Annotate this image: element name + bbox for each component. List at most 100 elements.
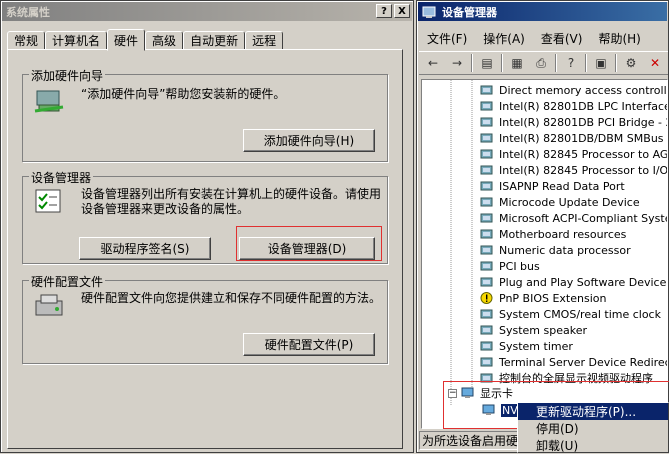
device-name: Plug and Play Software Device Enur [499,275,667,289]
hardware-profiles-button[interactable]: 硬件配置文件(P) [243,333,375,356]
tab-auto-update[interactable]: 自动更新 [183,31,246,50]
device-name: Microcode Update Device [499,195,640,209]
hardware-profiles-group-label: 硬件配置文件 [29,273,106,290]
add-hardware-group-label: 添加硬件向导 [29,67,106,84]
forward-icon[interactable]: → [447,53,467,73]
device-name: ISAPNP Read Data Port [499,179,625,193]
scan-icon[interactable]: ▣ [591,53,611,73]
hardware-profiles-icon [35,294,63,316]
tab-general[interactable]: 常规 [7,31,46,50]
tab-remote[interactable]: 远程 [245,31,284,50]
toolbar-separator [585,54,587,72]
menu-action[interactable]: 操作(A) [475,30,533,47]
device-tree[interactable]: − 显示卡 NVI Direct memory access controlle… [421,79,668,429]
disable-menu-item[interactable]: 停用(D) [518,420,668,437]
device-name: Terminal Server Device Redirector [499,355,668,369]
system-device-icon [480,357,493,367]
device-name: Intel(R) 82801DB/DBM SMBus Contr [499,131,667,145]
tree-view-icon[interactable]: ▤ [477,53,497,73]
driver-signing-button[interactable]: 驱动程序签名(S) [79,237,211,260]
tab-computer-name[interactable]: 计算机名 [45,31,108,50]
warning-icon [480,292,493,304]
device-list-item[interactable]: Intel(R) 82845 Processor to AGP Co [480,146,668,162]
device-name: Microsoft ACPI-Compliant System [499,211,668,225]
device-name: System CMOS/real time clock [499,307,661,321]
device-manager-app-icon [422,6,436,18]
device-list-item[interactable]: Terminal Server Device Redirector [480,354,668,370]
device-name: Intel(R) 82801DB PCI Bridge - 244E [499,115,667,129]
window-title: 系统属性 [6,5,50,19]
device-manager-title: 设备管理器 [442,5,497,19]
update-icon[interactable]: ⚙ [621,53,641,73]
system-device-icon [480,213,493,223]
close-button[interactable]: X [394,4,410,18]
back-icon[interactable]: ← [423,53,443,73]
device-list-item[interactable]: PnP BIOS Extension [480,290,606,306]
device-manager-checklist-icon [35,189,61,213]
device-manager-button-highlight [236,226,382,261]
system-device-icon [480,197,493,207]
device-name: System speaker [499,323,588,337]
device-manager-window: 设备管理器 文件(F) 操作(A) 查看(V) 帮助(H) ← → ▤ ▦ ⎙ … [416,0,669,453]
device-name: Direct memory access controller [499,83,668,97]
device-name: Intel(R) 82845 Processor to AGP Co [499,147,668,161]
toolbar-separator [501,54,503,72]
hardware-profiles-group: 硬件配置文件 硬件配置文件向您提供建立和保存不同硬件配置的方法。 硬件配置文件(… [22,273,388,364]
toolbar-separator [471,54,473,72]
device-list-item[interactable]: Microsoft ACPI-Compliant System [480,210,668,226]
device-list-item[interactable]: Intel(R) 82845 Processor to I/O Co [480,162,668,178]
toolbar-separator [555,54,557,72]
system-device-icon [480,149,493,159]
uninstall-menu-item[interactable]: 卸载(U) [518,437,668,454]
menu-bar: 文件(F) 操作(A) 查看(V) 帮助(H) [419,27,668,49]
menu-view[interactable]: 查看(V) [533,30,591,47]
device-list-item[interactable]: Direct memory access controller [480,82,668,98]
device-name: Intel(R) 82845 Processor to I/O Co [499,163,668,177]
uninstall-icon[interactable]: ✕ [645,53,665,73]
device-list-item[interactable]: Microcode Update Device [480,194,640,210]
tab-advanced[interactable]: 高级 [145,31,184,50]
system-device-icon [480,325,493,335]
device-name: PCI bus [499,259,540,273]
system-device-icon [480,181,493,191]
help-button[interactable]: ? [376,4,392,18]
device-list-item[interactable]: Plug and Play Software Device Enur [480,274,667,290]
menu-help[interactable]: 帮助(H) [590,30,648,47]
toolbar: ← → ▤ ▦ ⎙ ? ▣ ⚙ ✕ [419,51,668,75]
device-name: System timer [499,339,573,353]
device-list-item[interactable]: Intel(R) 82801DB PCI Bridge - 244E [480,114,667,130]
system-device-icon [480,229,493,239]
system-device-icon [480,85,493,95]
device-name: Intel(R) 82801DB LPC Interface Con [499,99,668,113]
device-list-item[interactable]: Intel(R) 82801DB/DBM SMBus Contr [480,130,667,146]
system-device-icon [480,341,493,351]
device-list-item[interactable]: Intel(R) 82801DB LPC Interface Con [480,98,668,114]
menu-file[interactable]: 文件(F) [419,30,475,47]
device-list-item[interactable]: ISAPNP Read Data Port [480,178,625,194]
properties-icon[interactable]: ▦ [507,53,527,73]
system-properties-titlebar[interactable]: 系统属性 ? X [2,2,412,21]
device-list-item[interactable]: System speaker [480,322,587,338]
help-icon[interactable]: ? [561,53,581,73]
system-device-icon [480,261,493,271]
hardware-profiles-desc: 硬件配置文件向您提供建立和保存不同硬件配置的方法。 [81,291,382,305]
context-menu: 更新驱动程序(P)... 停用(D) 卸载(U) [517,402,669,453]
system-device-icon [480,245,493,255]
device-list-item[interactable]: PCI bus [480,258,540,274]
device-manager-titlebar[interactable]: 设备管理器 [418,2,667,21]
device-name: Motherboard resources [499,227,627,241]
device-list-item[interactable]: Motherboard resources [480,226,626,242]
device-list-item[interactable]: System timer [480,338,573,354]
add-hardware-wizard-button[interactable]: 添加硬件向导(H) [243,129,375,152]
update-driver-menu-item[interactable]: 更新驱动程序(P)... [518,403,668,420]
device-manager-desc: 设备管理器列出所有安装在计算机上的硬件设备。请使用设备管理器来更改设备的属性。 [81,187,382,216]
system-device-icon [480,165,493,175]
device-name: PnP BIOS Extension [499,291,607,305]
device-list-item[interactable]: System CMOS/real time clock [480,306,661,322]
tree-guide-lines [450,80,473,406]
device-list-item[interactable]: Numeric data processor [480,242,631,258]
device-manager-group-label: 设备管理器 [29,169,94,186]
tab-hardware[interactable]: 硬件 [107,29,146,51]
print-icon[interactable]: ⎙ [531,53,551,73]
system-properties-window: 系统属性 ? X 常规 计算机名 硬件 高级 自动更新 远程 添加硬件向导 “添… [0,0,414,453]
